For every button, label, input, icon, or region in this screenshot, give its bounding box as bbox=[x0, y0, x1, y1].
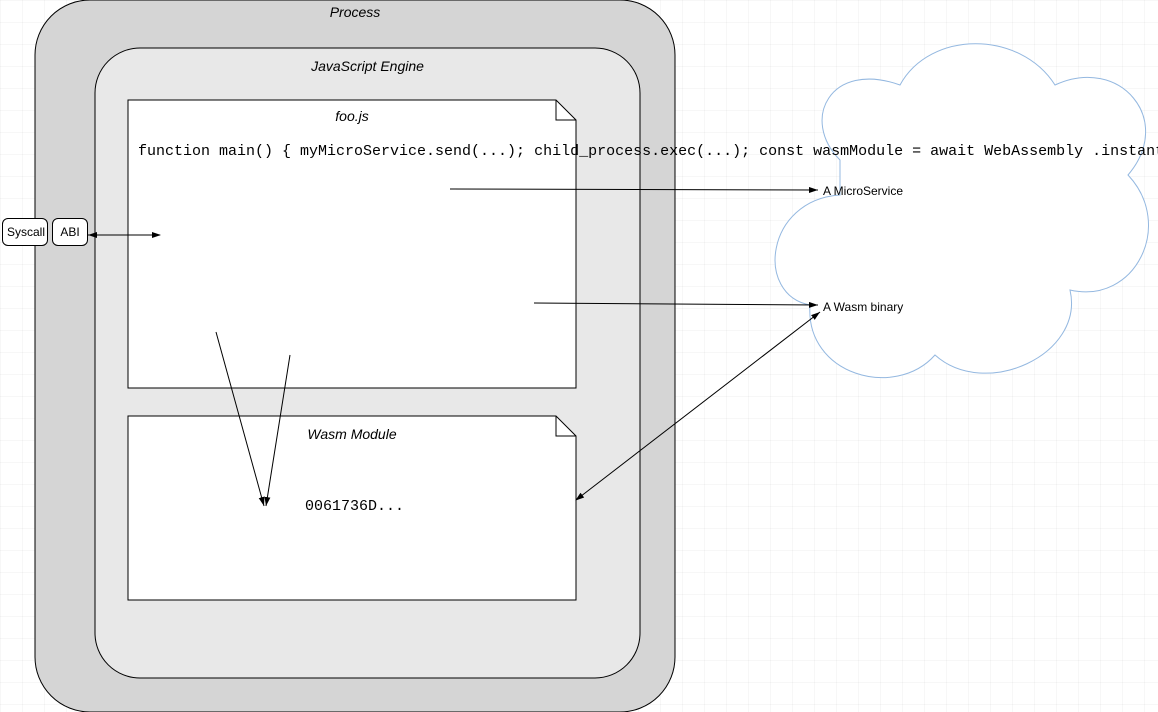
abi-box: ABI bbox=[52, 218, 88, 246]
cloud-microservice-label: A MicroService bbox=[823, 184, 903, 198]
cloud-shape bbox=[775, 44, 1148, 378]
arrow-wasmmodule-wasmbinary bbox=[576, 312, 820, 500]
arrow-x-to-wasm bbox=[216, 332, 264, 506]
wasm-title: Wasm Module bbox=[128, 422, 576, 450]
arrow-fetch-wasmbinary bbox=[534, 303, 818, 305]
foo-code: function main() { myMicroService.send(..… bbox=[138, 140, 1158, 163]
cloud-wasmbinary-label: A Wasm binary bbox=[823, 300, 903, 314]
arrow-microservice bbox=[450, 189, 818, 190]
wasm-hex: 0061736D... bbox=[305, 498, 404, 515]
syscall-box: Syscall bbox=[2, 218, 48, 246]
foo-title: foo.js bbox=[128, 104, 576, 132]
process-title: Process bbox=[35, 4, 675, 20]
js-engine-title: JavaScript Engine bbox=[95, 58, 640, 74]
